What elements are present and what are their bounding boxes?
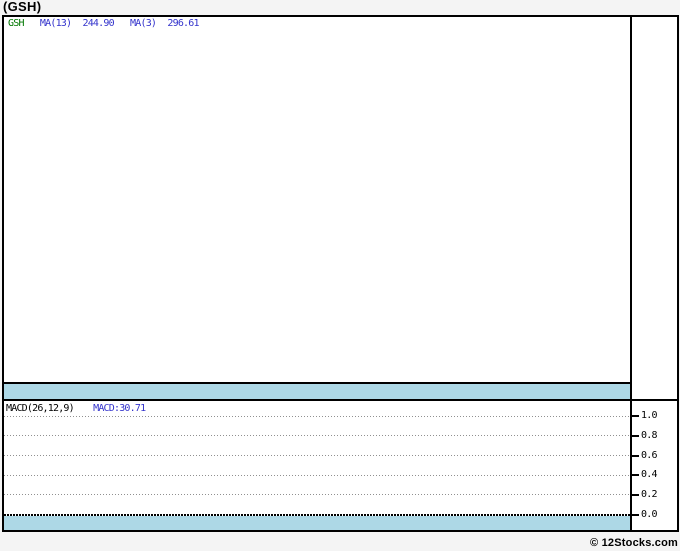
gridline-0.2 — [4, 494, 630, 495]
gridline-0.4 — [4, 475, 630, 476]
macd-axis-tick — [630, 435, 639, 437]
price-panel-legend: GSH MA(13) 244.90 MA(3) 296.61 — [8, 18, 200, 31]
macd-value-label: MACD:30.71 — [93, 403, 146, 414]
credit-bar: © 12Stocks.com — [0, 533, 680, 549]
legend-symbol: GSH — [8, 18, 24, 29]
legend-ma13-value: 244.90 — [82, 18, 114, 29]
gridline-0.8 — [4, 435, 630, 436]
axis-divider — [630, 17, 632, 530]
macd-axis-label: 0.8 — [641, 430, 657, 441]
credit-link[interactable]: © 12Stocks.com — [590, 537, 680, 550]
macd-panel-top-border — [4, 399, 677, 401]
page-title: (GSH) — [3, 0, 42, 14]
macd-legend: MACD(26,12,9) MACD:30.71 — [6, 402, 146, 415]
macd-params-label: MACD(26,12,9) — [6, 403, 75, 414]
macd-axis-label: 0.0 — [641, 509, 657, 520]
macd-axis-tick — [630, 514, 639, 516]
macd-axis-label: 1.0 — [641, 410, 657, 421]
stock-chart-page: (GSH) GSH MA(13) 244.90 MA(3) 296.61 MAC… — [0, 0, 680, 549]
macd-bottom-band — [4, 516, 630, 530]
legend-ma3-value: 296.61 — [167, 18, 199, 29]
macd-axis-tick — [630, 455, 639, 457]
macd-axis-tick — [630, 494, 639, 496]
macd-axis-tick — [630, 415, 639, 417]
chart-frame: GSH MA(13) 244.90 MA(3) 296.61 MACD(26,1… — [2, 15, 679, 532]
separator-band — [4, 384, 630, 399]
macd-axis-label: 0.6 — [641, 450, 657, 461]
macd-axis-label: 0.2 — [641, 489, 657, 500]
macd-axis-tick — [630, 474, 639, 476]
legend-ma13-label: MA(13) — [39, 18, 72, 29]
macd-axis-label: 0.4 — [641, 469, 657, 480]
gridline-1.0 — [4, 416, 630, 417]
gridline-0.6 — [4, 455, 630, 456]
legend-ma3-label: MA(3) — [130, 18, 157, 29]
